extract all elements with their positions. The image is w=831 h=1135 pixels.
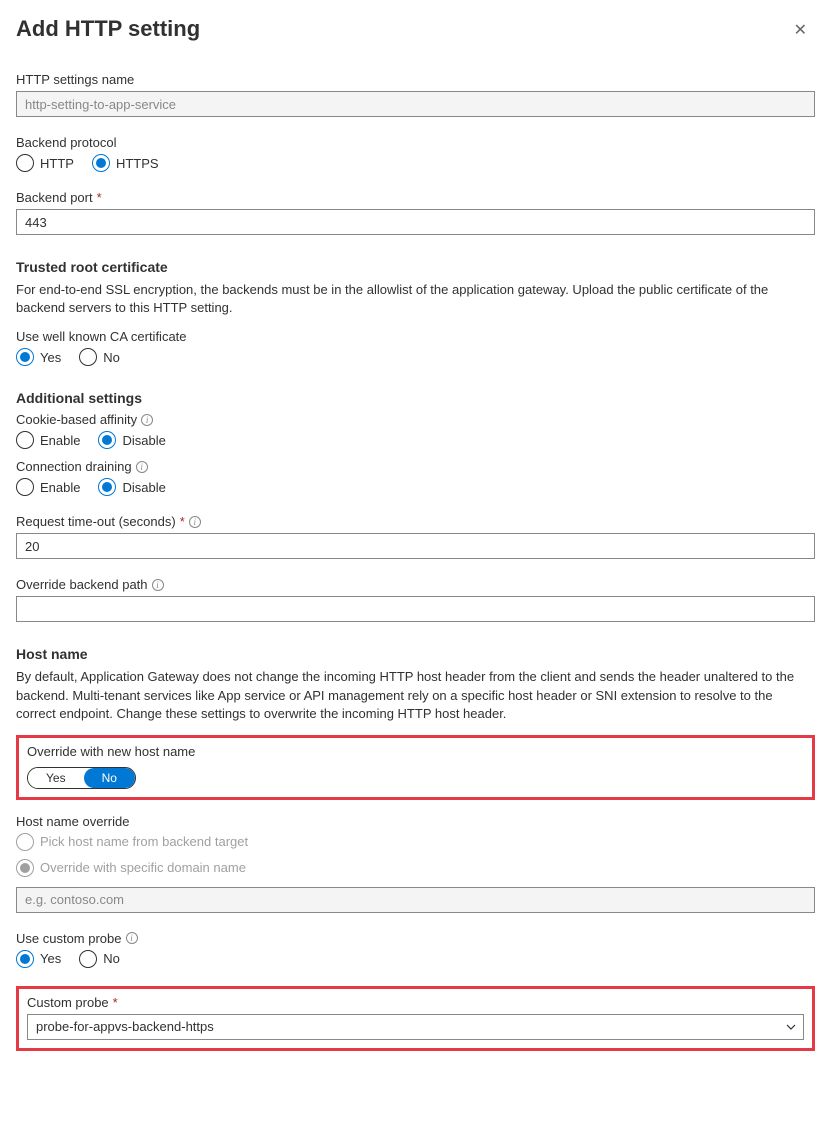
cookie-affinity-disable[interactable]: Disable xyxy=(98,431,165,449)
radio-icon xyxy=(98,478,116,496)
request-timeout-label: Request time-out (seconds)* i xyxy=(16,514,815,529)
backend-protocol-http[interactable]: HTTP xyxy=(16,154,74,172)
radio-label: No xyxy=(103,350,120,365)
info-icon[interactable]: i xyxy=(152,579,164,591)
radio-label: Pick host name from backend target xyxy=(40,834,248,849)
additional-settings-heading: Additional settings xyxy=(16,390,815,406)
override-new-host-yes[interactable]: Yes xyxy=(28,768,84,788)
radio-label: Yes xyxy=(40,350,61,365)
trusted-root-desc: For end-to-end SSL encryption, the backe… xyxy=(16,281,815,317)
info-icon[interactable]: i xyxy=(189,516,201,528)
override-specific-domain: Override with specific domain name xyxy=(16,859,246,877)
pick-from-backend-target: Pick host name from backend target xyxy=(16,833,248,851)
use-custom-probe-yes[interactable]: Yes xyxy=(16,950,61,968)
radio-label: No xyxy=(103,951,120,966)
override-backend-path-label: Override backend path i xyxy=(16,577,815,592)
radio-label: Override with specific domain name xyxy=(40,860,246,875)
radio-icon xyxy=(16,478,34,496)
info-icon[interactable]: i xyxy=(136,461,148,473)
http-settings-name-label: HTTP settings name xyxy=(16,72,815,87)
use-custom-probe-no[interactable]: No xyxy=(79,950,120,968)
radio-icon xyxy=(16,833,34,851)
radio-label: Disable xyxy=(122,480,165,495)
radio-icon xyxy=(16,348,34,366)
backend-port-label: Backend port* xyxy=(16,190,815,205)
use-well-known-ca-label: Use well known CA certificate xyxy=(16,329,815,344)
override-new-host-no[interactable]: No xyxy=(84,768,135,788)
custom-probe-select[interactable]: probe-for-appvs-backend-https xyxy=(27,1014,804,1040)
close-icon[interactable]: ✕ xyxy=(786,16,815,44)
custom-probe-label: Custom probe* xyxy=(27,995,804,1010)
radio-icon xyxy=(98,431,116,449)
use-custom-probe-label: Use custom probe i xyxy=(16,931,815,946)
info-icon[interactable]: i xyxy=(141,414,153,426)
page-title: Add HTTP setting xyxy=(16,16,200,42)
http-settings-name-input[interactable] xyxy=(16,91,815,117)
trusted-root-heading: Trusted root certificate xyxy=(16,259,815,275)
radio-icon xyxy=(79,348,97,366)
cookie-affinity-enable[interactable]: Enable xyxy=(16,431,80,449)
host-name-heading: Host name xyxy=(16,646,815,662)
cookie-affinity-label: Cookie-based affinity i xyxy=(16,412,815,427)
custom-probe-value: probe-for-appvs-backend-https xyxy=(36,1019,214,1034)
well-known-ca-no[interactable]: No xyxy=(79,348,120,366)
backend-protocol-label: Backend protocol xyxy=(16,135,815,150)
radio-icon xyxy=(92,154,110,172)
radio-icon xyxy=(16,859,34,877)
connection-draining-enable[interactable]: Enable xyxy=(16,478,80,496)
radio-icon xyxy=(16,950,34,968)
radio-icon xyxy=(16,154,34,172)
backend-protocol-https[interactable]: HTTPS xyxy=(92,154,159,172)
override-new-host-label: Override with new host name xyxy=(27,744,804,759)
connection-draining-label: Connection draining i xyxy=(16,459,815,474)
host-name-desc: By default, Application Gateway does not… xyxy=(16,668,815,723)
radio-label: Yes xyxy=(40,951,61,966)
well-known-ca-yes[interactable]: Yes xyxy=(16,348,61,366)
specific-domain-input xyxy=(16,887,815,913)
radio-label: Enable xyxy=(40,480,80,495)
radio-label: HTTPS xyxy=(116,156,159,171)
radio-label: HTTP xyxy=(40,156,74,171)
info-icon[interactable]: i xyxy=(126,932,138,944)
connection-draining-disable[interactable]: Disable xyxy=(98,478,165,496)
override-backend-path-input[interactable] xyxy=(16,596,815,622)
custom-probe-callout: Custom probe* probe-for-appvs-backend-ht… xyxy=(16,986,815,1051)
radio-icon xyxy=(16,431,34,449)
backend-port-input[interactable] xyxy=(16,209,815,235)
radio-icon xyxy=(79,950,97,968)
radio-label: Enable xyxy=(40,433,80,448)
override-new-host-toggle[interactable]: Yes No xyxy=(27,767,136,789)
radio-label: Disable xyxy=(122,433,165,448)
override-hostname-callout: Override with new host name Yes No xyxy=(16,735,815,800)
request-timeout-input[interactable] xyxy=(16,533,815,559)
host-name-override-label: Host name override xyxy=(16,814,815,829)
